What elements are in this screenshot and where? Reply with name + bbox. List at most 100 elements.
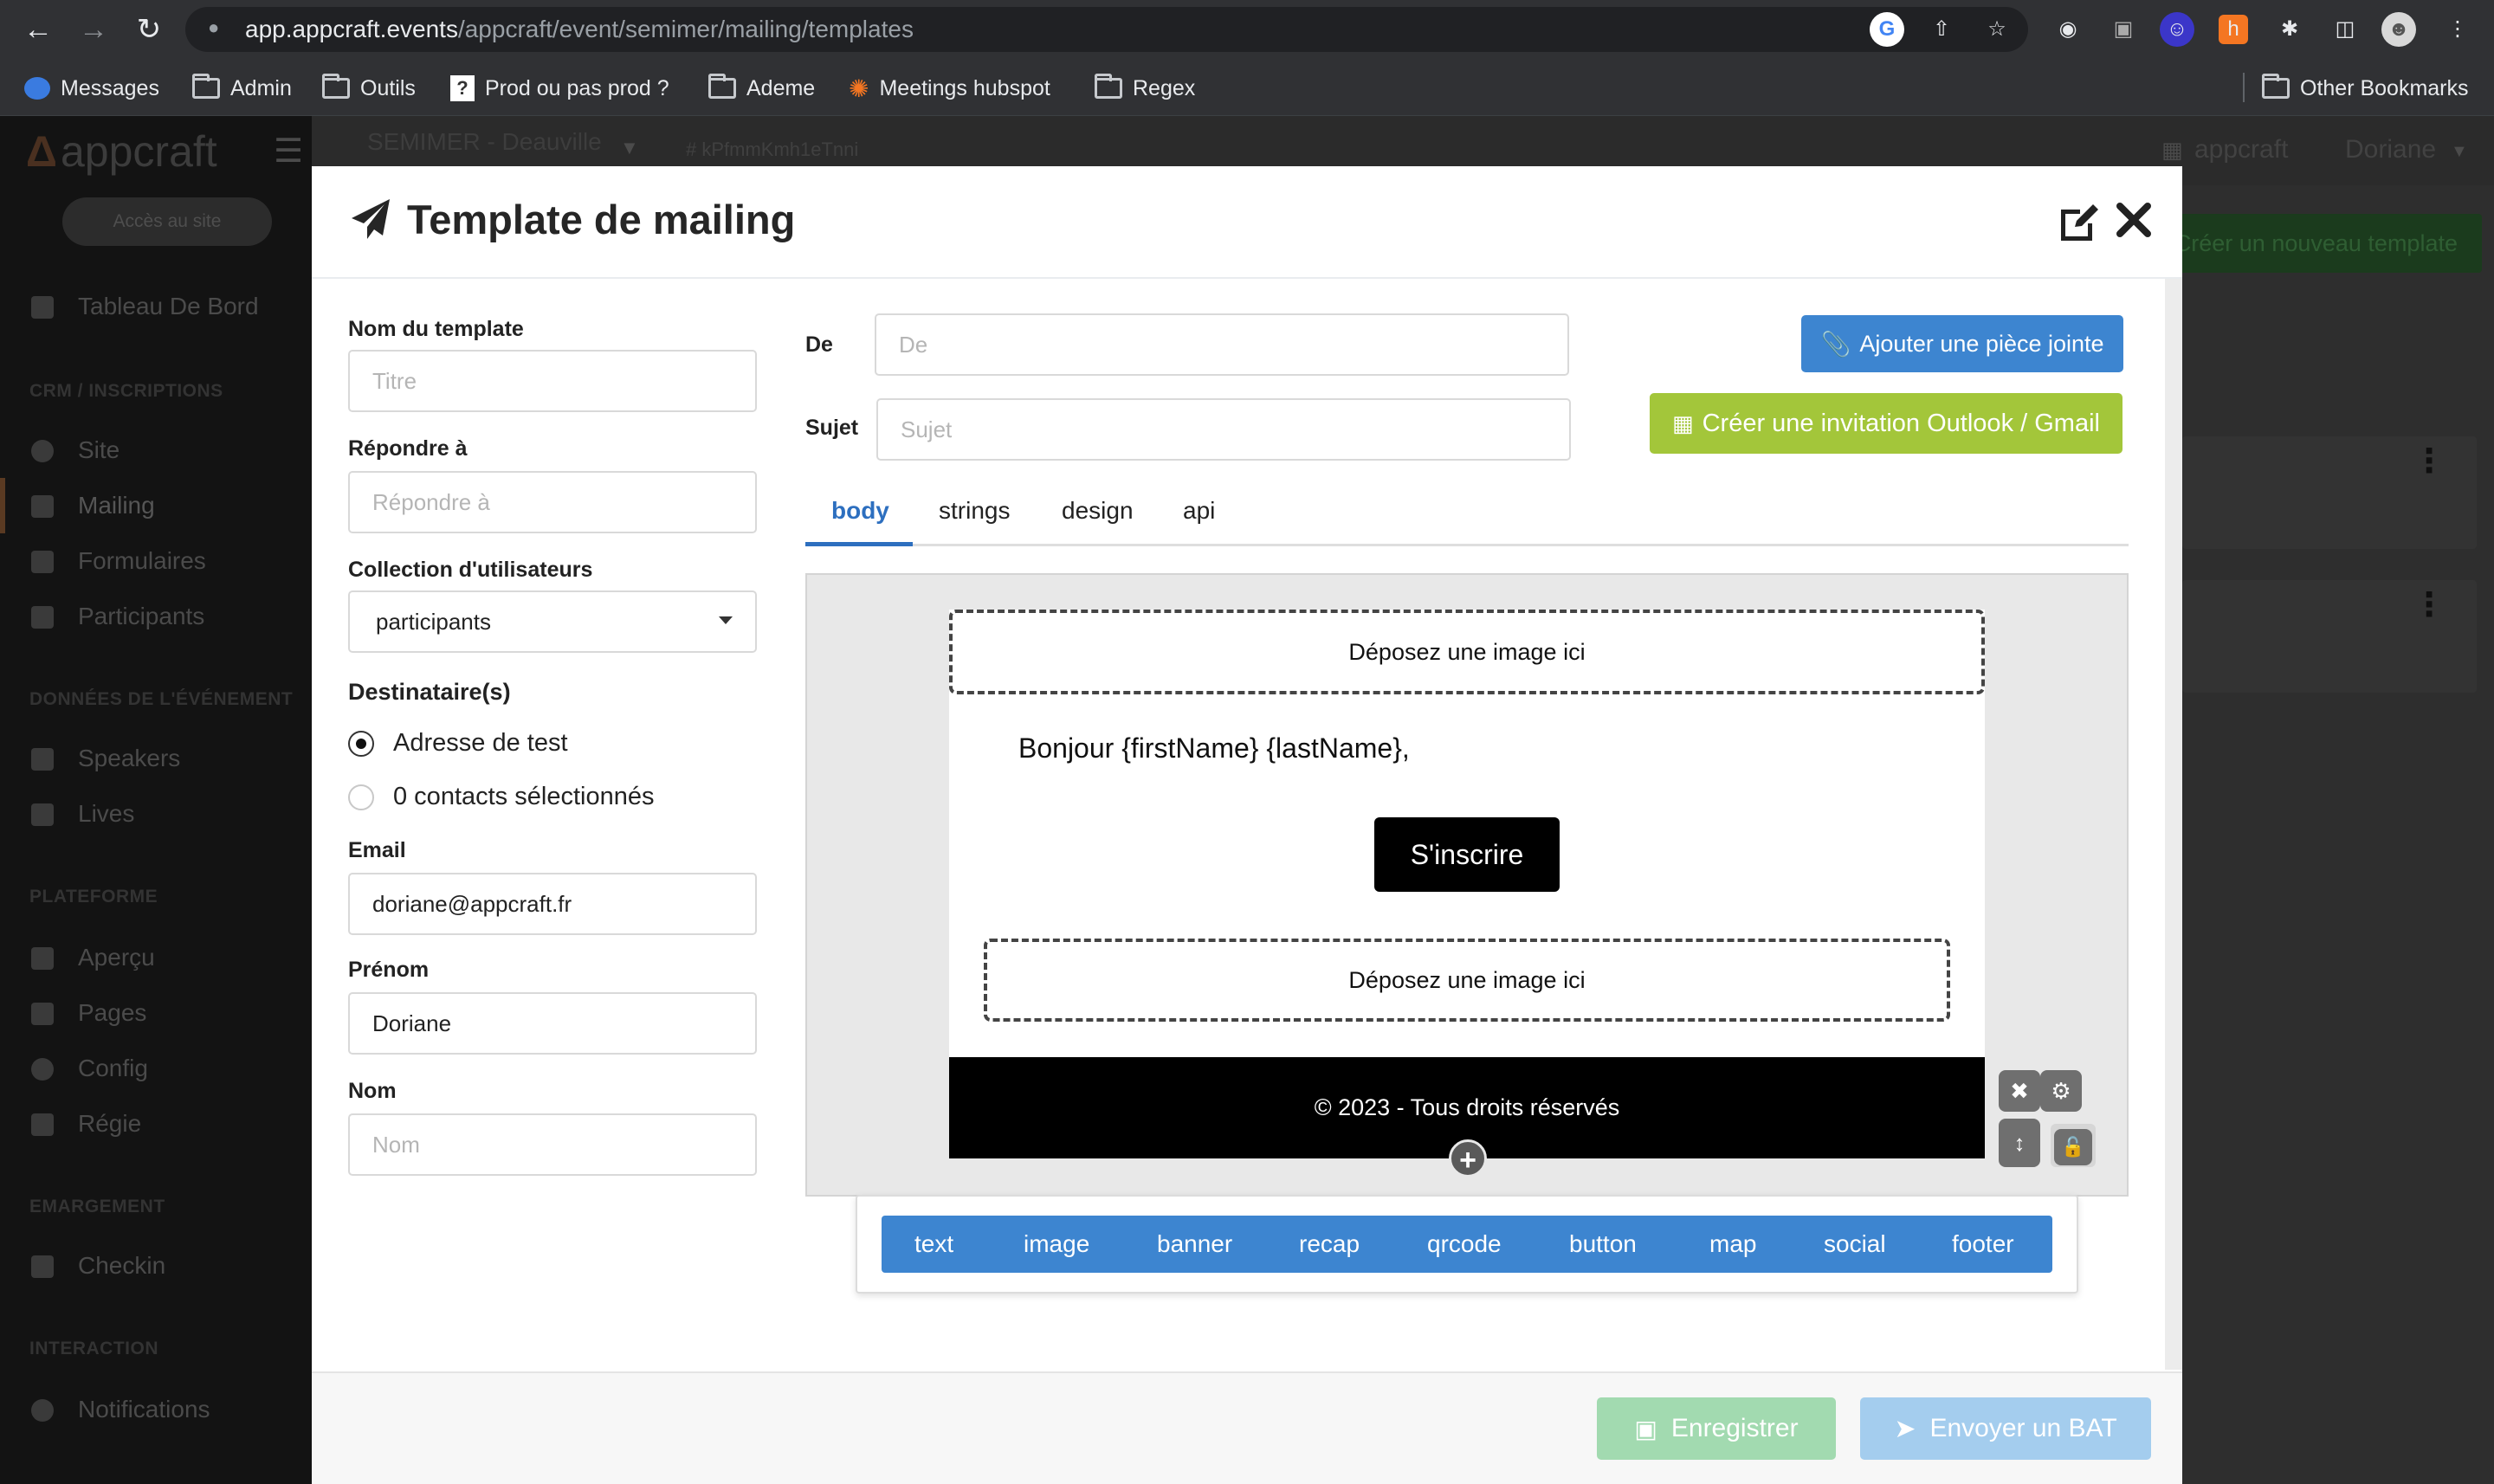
bookmark-admin[interactable]: Admin [192, 69, 292, 107]
profile-avatar[interactable]: ☻ [2381, 12, 2416, 47]
reload-icon[interactable]: ↻ [132, 12, 166, 47]
bookmarks-divider [2243, 73, 2245, 102]
reply-to-input[interactable]: Répondre à [348, 471, 757, 533]
lock-icon[interactable]: ● [208, 16, 225, 40]
site-access-button[interactable]: Accès au site [62, 197, 272, 246]
bookmark-prod[interactable]: ? Prod ou pas prod ? [450, 69, 669, 107]
tab-strings[interactable]: strings [939, 497, 1010, 525]
logo-mark: Δ [26, 127, 57, 176]
email-greeting[interactable]: Bonjour {firstName} {lastName}, [1018, 732, 1410, 765]
sidebar-item-rules[interactable]: Régie [78, 1110, 141, 1138]
block-footer[interactable]: footer [1952, 1216, 2014, 1273]
hubspot-icon[interactable]: h [2219, 15, 2248, 44]
forward-icon[interactable]: → [76, 12, 111, 47]
sidebar-item-dashboard[interactable]: Tableau De Bord [78, 293, 259, 320]
sidebar-item-notifications[interactable]: Notifications [78, 1396, 210, 1423]
send-bat-button[interactable]: ➤ Envoyer un BAT [1860, 1397, 2151, 1460]
new-template-button[interactable]: Créer un nouveau template [2165, 214, 2482, 273]
radio-selected-contacts[interactable] [348, 784, 374, 810]
block-recap[interactable]: recap [1299, 1216, 1360, 1273]
kebab-menu-icon[interactable]: ⋮ [2413, 585, 2446, 624]
email-field[interactable]: doriane@appcraft.fr [348, 873, 757, 935]
tabs-underline [805, 544, 2129, 546]
sidebar-item-pages[interactable]: Pages [78, 999, 146, 1027]
unlock-icon[interactable]: 🔓 [2054, 1129, 2092, 1165]
paper-plane-icon: ➤ [1894, 1414, 1916, 1443]
sidebar-section-data: DONNÉES DE L'ÉVÉNEMENT [29, 689, 294, 709]
image-dropzone-bottom[interactable]: Déposez une image ici [984, 939, 1950, 1022]
kebab-menu-icon[interactable]: ⋮ [2413, 442, 2446, 481]
block-social[interactable]: social [1824, 1216, 1886, 1273]
add-block-icon[interactable]: + [1449, 1139, 1487, 1178]
bookmark-messages[interactable]: Messages [24, 69, 159, 107]
block-text[interactable]: text [914, 1216, 953, 1273]
radio-selected-label[interactable]: 0 contacts sélectionnés [393, 783, 654, 811]
sidebar-item-participants[interactable]: Participants [78, 603, 204, 630]
radio-test-label[interactable]: Adresse de test [393, 729, 568, 758]
tab-design[interactable]: design [1062, 497, 1134, 525]
sidebar-item-lives[interactable]: Lives [78, 800, 134, 828]
extension-icon-1[interactable]: ◉ [2051, 12, 2085, 47]
bookmark-hubspot[interactable]: ✺ Meetings hubspot [849, 69, 1050, 107]
google-icon[interactable]: G [1870, 12, 1904, 47]
user-menu[interactable]: Doriane [2345, 135, 2436, 165]
collection-select[interactable]: participants [348, 590, 757, 653]
sidebar-item-preview[interactable]: Aperçu [78, 944, 155, 971]
sidebar-item-checkin[interactable]: Checkin [78, 1252, 165, 1280]
dashboard-icon [31, 296, 54, 319]
from-input[interactable]: De [875, 313, 1569, 376]
url-text[interactable]: app.appcraft.events/appcraft/event/semim… [245, 12, 914, 47]
hamburger-icon[interactable]: ☰ [274, 132, 303, 171]
org-name[interactable]: appcraft [2194, 135, 2288, 165]
lastname-label: Nom [348, 1079, 397, 1103]
puzzle-icon[interactable]: ✱ [2272, 12, 2307, 47]
share-icon[interactable]: ⇧ [1924, 12, 1959, 47]
close-icon[interactable] [2115, 201, 2153, 239]
firstname-field[interactable]: Doriane [348, 992, 757, 1055]
delete-block-icon[interactable]: ✖ [1999, 1070, 2040, 1112]
template-name-input[interactable]: Titre [348, 350, 757, 412]
tab-api[interactable]: api [1183, 497, 1215, 525]
signup-button[interactable]: S'inscrire [1374, 817, 1560, 892]
subject-input[interactable]: Sujet [876, 398, 1571, 461]
tab-body[interactable]: body [831, 497, 889, 525]
bookmark-label: Ademe [746, 75, 816, 100]
sidebar-item-config[interactable]: Config [78, 1055, 148, 1082]
sidepanel-icon[interactable]: ◫ [2328, 12, 2362, 47]
sidebar-item-speakers[interactable]: Speakers [78, 745, 180, 772]
sidebar-item-mailing[interactable]: Mailing [78, 492, 155, 519]
block-button[interactable]: button [1569, 1216, 1637, 1273]
bookmark-other[interactable]: Other Bookmarks [2262, 69, 2469, 107]
lastname-field[interactable]: Nom [348, 1113, 757, 1176]
block-map[interactable]: map [1709, 1216, 1756, 1273]
outlook-invite-button[interactable]: ▦ Créer une invitation Outlook / Gmail [1650, 393, 2122, 454]
block-qrcode[interactable]: qrcode [1427, 1216, 1502, 1273]
image-dropzone-top[interactable]: Déposez une image ici [949, 610, 1985, 694]
select-caret-icon[interactable] [719, 616, 733, 624]
extension-face-icon[interactable]: ☺ [2160, 12, 2194, 47]
user-chevron-icon[interactable]: ▼ [2451, 142, 2468, 162]
gear-icon[interactable]: ⚙ [2040, 1070, 2082, 1112]
chevron-down-icon[interactable]: ▼ [620, 137, 639, 159]
bookmark-regex[interactable]: Regex [1095, 69, 1195, 107]
camera-icon[interactable]: ▣ [2106, 12, 2141, 47]
menu-icon[interactable]: ⋮ [2440, 12, 2475, 47]
add-attachment-button[interactable]: 📎 Ajouter une pièce jointe [1801, 315, 2123, 372]
sidebar-item-site[interactable]: Site [78, 436, 120, 464]
edit-icon[interactable] [2056, 199, 2101, 244]
block-image[interactable]: image [1024, 1216, 1089, 1273]
resize-icon[interactable]: ↕ [1999, 1119, 2040, 1167]
paper-plane-icon [350, 197, 391, 241]
sidebar-item-forms[interactable]: Formulaires [78, 547, 206, 575]
bookmark-ademe[interactable]: Ademe [708, 69, 815, 107]
bookmark-outils[interactable]: Outils [322, 69, 416, 107]
config-icon [31, 1058, 54, 1081]
org-icon: ▦ [2161, 137, 2183, 163]
modal-scrollbar[interactable] [2165, 279, 2182, 1370]
bookmark-star-icon[interactable]: ☆ [1980, 12, 2014, 47]
block-banner[interactable]: banner [1157, 1216, 1232, 1273]
save-button[interactable]: ▣ Enregistrer [1597, 1397, 1836, 1460]
event-name[interactable]: SEMIMER - Deauville [367, 128, 602, 156]
radio-test-address[interactable] [348, 731, 374, 757]
back-icon[interactable]: ← [21, 12, 55, 47]
